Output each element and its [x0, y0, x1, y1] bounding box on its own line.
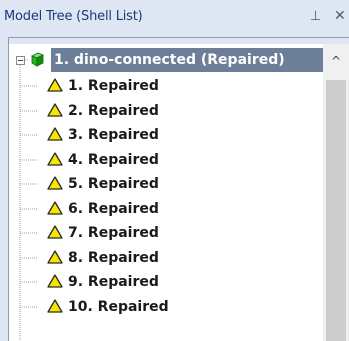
- tree-branch-line: [20, 183, 37, 185]
- tree-item-label: 3. Repaired: [68, 127, 159, 143]
- tree-root-item[interactable]: 1. dino-connected (Repaired): [51, 48, 323, 72]
- warning-triangle-icon: [47, 127, 63, 141]
- tree-branch-line: [20, 159, 37, 160]
- tree-item-label: 6. Repaired: [68, 200, 159, 217]
- collapse-toggle[interactable]: [16, 56, 25, 65]
- tree-item-label: 1. Repaired: [68, 78, 159, 94]
- close-icon[interactable]: ✕: [334, 8, 346, 24]
- warning-triangle-icon: [47, 225, 63, 239]
- vertical-scrollbar[interactable]: ^: [323, 44, 349, 341]
- panel-title: Model Tree (Shell List): [4, 9, 143, 24]
- tree-item[interactable]: 10. Repaired: [9, 295, 323, 319]
- tree-branch-line: [20, 134, 37, 136]
- green-cube-icon: [31, 52, 44, 67]
- tree-item[interactable]: 2. Repaired: [9, 99, 323, 123]
- warning-triangle-icon: [47, 102, 63, 117]
- tree-item-label: 2. Repaired: [68, 102, 159, 119]
- tree-item[interactable]: 4. Repaired: [9, 148, 323, 172]
- tree-item[interactable]: 1. Repaired: [9, 74, 323, 98]
- tree-item[interactable]: 3. Repaired: [9, 123, 323, 147]
- tree-item[interactable]: 8. Repaired: [9, 246, 323, 270]
- pin-icon[interactable]: ⊥: [310, 9, 321, 24]
- tree-branch-line: [20, 232, 37, 234]
- warning-triangle-icon: [47, 151, 63, 166]
- warning-triangle-icon: [47, 249, 63, 264]
- tree-branch-line: [20, 110, 37, 111]
- scroll-thumb[interactable]: [326, 80, 346, 341]
- tree-item[interactable]: 6. Repaired: [9, 197, 323, 221]
- panel-header: Model Tree (Shell List) ⊥ ✕: [0, 0, 349, 34]
- tree-item-label: 10. Repaired: [68, 298, 169, 315]
- tree-item-label: 9. Repaired: [68, 274, 159, 290]
- tree-branch-line: [20, 281, 37, 283]
- tree-item[interactable]: 5. Repaired: [9, 172, 323, 196]
- tree-branch-line: [20, 257, 37, 258]
- model-tree[interactable]: 1. dino-connected (Repaired) 1. Repaired…: [9, 44, 349, 341]
- warning-triangle-icon: [47, 298, 63, 313]
- tree-item-label: 4. Repaired: [68, 151, 159, 168]
- warning-triangle-icon: [47, 78, 63, 92]
- tree-branch-line: [20, 85, 37, 87]
- tree-item[interactable]: 9. Repaired: [9, 270, 323, 294]
- tree-item-label: 8. Repaired: [68, 249, 159, 266]
- tree-item-label: 5. Repaired: [68, 176, 159, 192]
- tree-branch-line: [20, 208, 37, 209]
- tree-item[interactable]: 7. Repaired: [9, 221, 323, 245]
- tree-item-label: 7. Repaired: [68, 225, 159, 241]
- warning-triangle-icon: [47, 274, 63, 288]
- scroll-up-button[interactable]: ^: [323, 44, 349, 78]
- tree-branch-line: [20, 306, 37, 307]
- warning-triangle-icon: [47, 200, 63, 215]
- warning-triangle-icon: [47, 176, 63, 190]
